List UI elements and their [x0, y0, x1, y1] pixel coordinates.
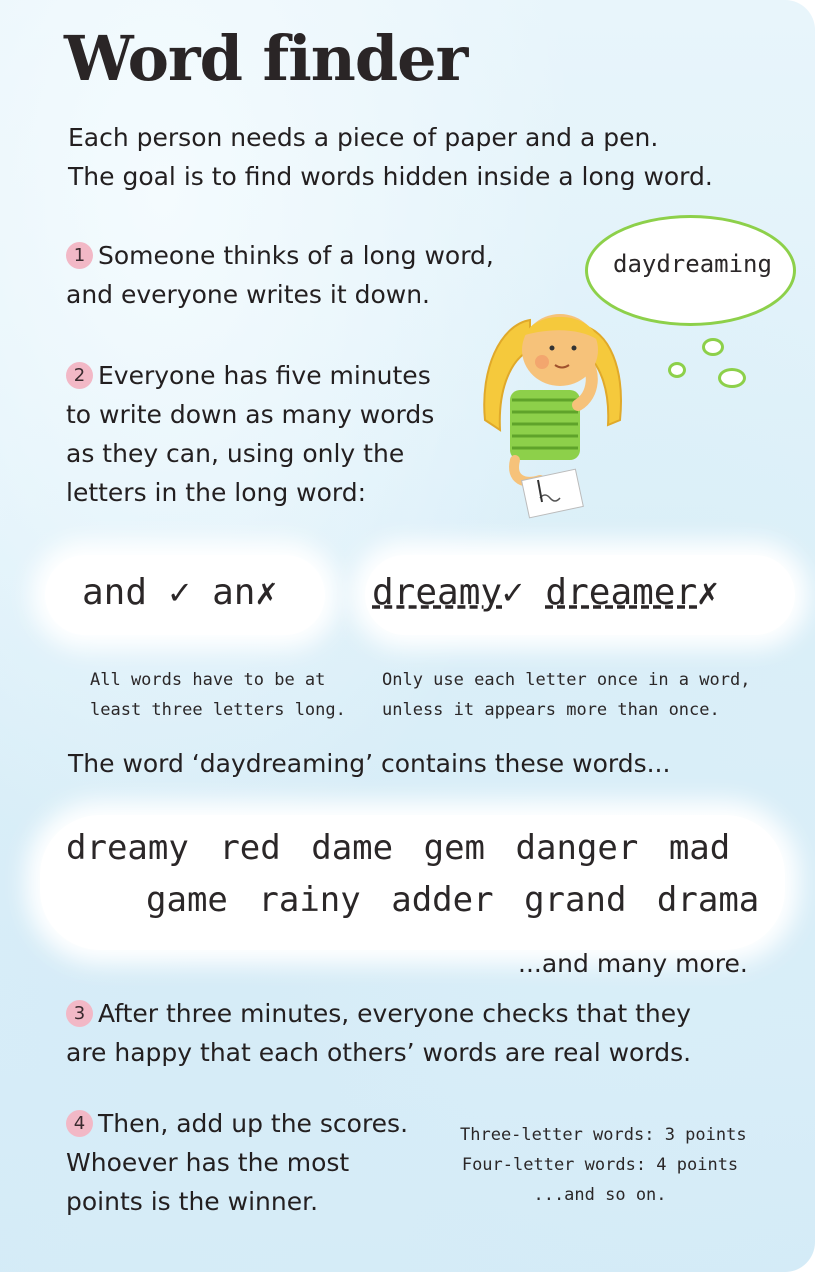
- examples-left: and ✓ an✗: [82, 572, 277, 613]
- word-item: red: [219, 828, 281, 868]
- word-list-row-1: dreamy red dame gem danger mad: [66, 828, 730, 868]
- word-item: dreamy: [66, 828, 189, 868]
- rule-line: unless it appears more than once.: [382, 700, 720, 720]
- rule-line: least three letters long.: [90, 700, 346, 720]
- step-line: points is the winner.: [66, 1187, 319, 1216]
- word-item: rainy: [258, 880, 361, 920]
- intro-text: Each person needs a piece of paper and a…: [68, 118, 713, 196]
- intro-line: The goal is to find words hidden inside …: [68, 162, 713, 191]
- word-list-row-2: game rainy adder grand drama: [146, 880, 759, 920]
- word-item: game: [146, 880, 228, 920]
- step-number-badge: 3: [66, 1000, 93, 1027]
- thought-dot: [718, 368, 746, 388]
- cross-icon: ✗: [697, 572, 719, 613]
- example-word: an: [212, 572, 256, 613]
- step-line: letters in the long word:: [66, 478, 367, 507]
- word-finder-card: Word finder Each person needs a piece of…: [0, 0, 815, 1272]
- step-3: 3 After three minutes, everyone checks th…: [66, 994, 691, 1072]
- example-word: and: [82, 572, 148, 613]
- word-item: adder: [391, 880, 494, 920]
- step-line: Then, add up the scores.: [98, 1109, 409, 1138]
- example-word: dreamer: [545, 572, 698, 613]
- step-line: Someone thinks of a long word,: [98, 241, 494, 270]
- scoring-line: Four-letter words: 4 points: [461, 1155, 739, 1175]
- thought-dot: [668, 362, 686, 378]
- step-line: as they can, using only the: [66, 439, 405, 468]
- tick-icon: ✓: [168, 572, 191, 613]
- step-line: Whoever has the most: [66, 1148, 350, 1177]
- scoring-line: Three-letter words: 3 points: [460, 1125, 747, 1145]
- word-item: gem: [423, 828, 486, 868]
- thought-bubble-text: daydreaming: [613, 250, 772, 278]
- rule-left: All words have to be at least three lett…: [90, 665, 346, 725]
- step-line: After three minutes, everyone checks tha…: [98, 999, 691, 1028]
- step-2: 2 Everyone has five minutes to write down…: [66, 356, 434, 512]
- rule-line: Only use each letter once in a word,: [382, 670, 751, 690]
- rule-right: Only use each letter once in a word, unl…: [382, 665, 750, 725]
- step-4: 4 Then, add up the scores. Whoever has th…: [66, 1104, 408, 1221]
- scoring-line: ...and so on.: [533, 1185, 667, 1205]
- intro-line: Each person needs a piece of paper and a…: [68, 123, 659, 152]
- thought-dot: [702, 338, 724, 356]
- word-item: drama: [656, 880, 760, 920]
- contains-heading: The word ‘daydreaming’ contains these wo…: [68, 749, 671, 778]
- step-line: to write down as many words: [66, 400, 435, 429]
- and-many-more: ...and many more.: [518, 949, 748, 978]
- tick-icon: ✓: [502, 572, 524, 613]
- word-item: dame: [311, 828, 394, 868]
- examples-right: dreamy✓ dreamer✗: [372, 572, 719, 613]
- word-item: grand: [524, 880, 627, 920]
- step-1: 1 Someone thinks of a long word, and ever…: [66, 236, 494, 314]
- rule-line: All words have to be at: [90, 670, 326, 690]
- girl-thinking-illustration: [483, 314, 622, 519]
- page-title: Word finder: [64, 22, 468, 95]
- word-item: mad: [668, 828, 731, 868]
- step-number-badge: 4: [66, 1110, 93, 1137]
- cross-icon: ✗: [255, 572, 278, 613]
- step-number-badge: 1: [66, 242, 93, 269]
- example-word: dreamy: [372, 572, 503, 613]
- step-line: and everyone writes it down.: [66, 280, 431, 309]
- step-number-badge: 2: [66, 362, 93, 389]
- step-line: Everyone has five minutes: [98, 361, 431, 390]
- step-line: are happy that each others’ words are re…: [66, 1038, 692, 1067]
- scoring-notes: Three-letter words: 3 points Four-letter…: [460, 1120, 747, 1210]
- word-item: danger: [515, 828, 639, 868]
